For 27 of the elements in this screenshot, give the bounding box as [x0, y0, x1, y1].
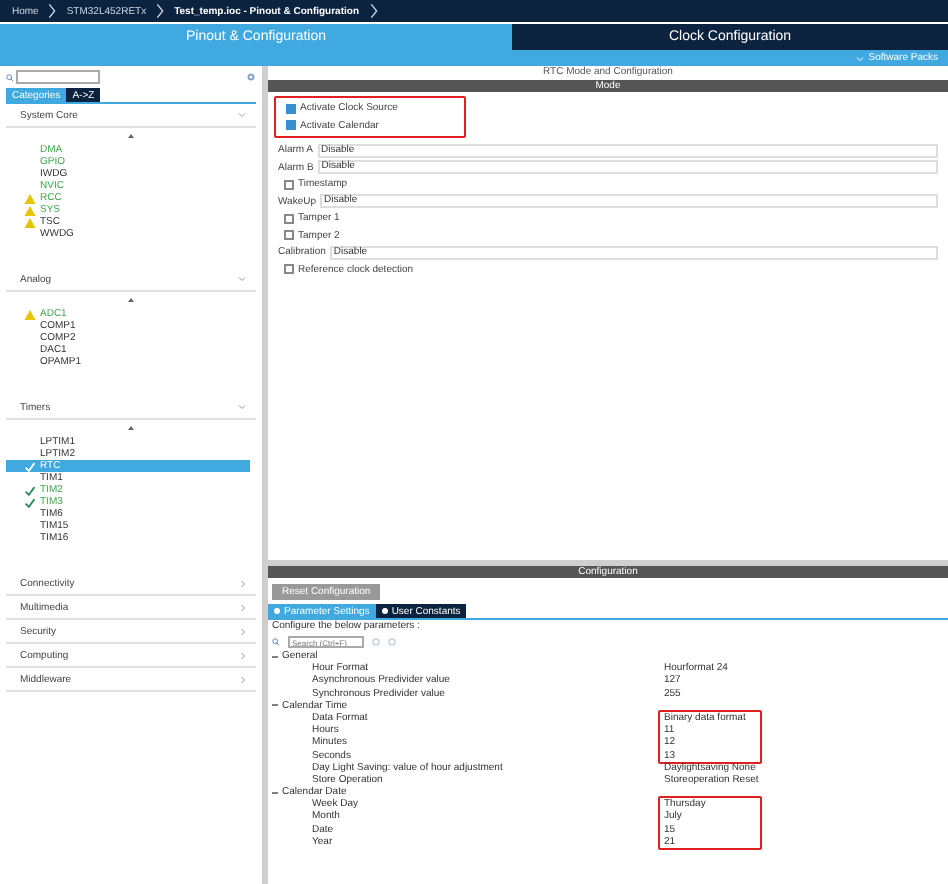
caret-icon — [240, 651, 246, 659]
warning-icon — [24, 309, 36, 319]
checkbox[interactable] — [286, 103, 296, 114]
chevron-icon — [369, 2, 377, 20]
sort-arrow-icon[interactable] — [128, 426, 134, 430]
chevron-icon — [48, 2, 57, 20]
caret-icon — [240, 627, 246, 635]
checkbox[interactable] — [284, 213, 294, 224]
chevron-icon — [156, 2, 165, 20]
caret-icon — [856, 55, 865, 61]
sort-arrow-icon[interactable] — [128, 134, 134, 138]
caret-icon — [240, 603, 246, 611]
checkbox[interactable] — [284, 230, 294, 241]
search-icon — [272, 638, 280, 646]
checkbox[interactable] — [286, 120, 296, 131]
search-icon — [6, 73, 14, 81]
checkbox[interactable] — [284, 264, 294, 275]
caret-icon — [240, 579, 246, 587]
check-icon — [24, 461, 36, 471]
caret-icon — [238, 112, 246, 118]
checkbox[interactable] — [284, 179, 294, 190]
caret-icon — [238, 276, 246, 282]
caret-icon — [240, 675, 246, 683]
search-field[interactable] — [16, 70, 100, 84]
settings-icon[interactable] — [246, 72, 256, 82]
caret-icon — [238, 404, 246, 410]
sort-arrow-icon[interactable] — [128, 298, 134, 302]
